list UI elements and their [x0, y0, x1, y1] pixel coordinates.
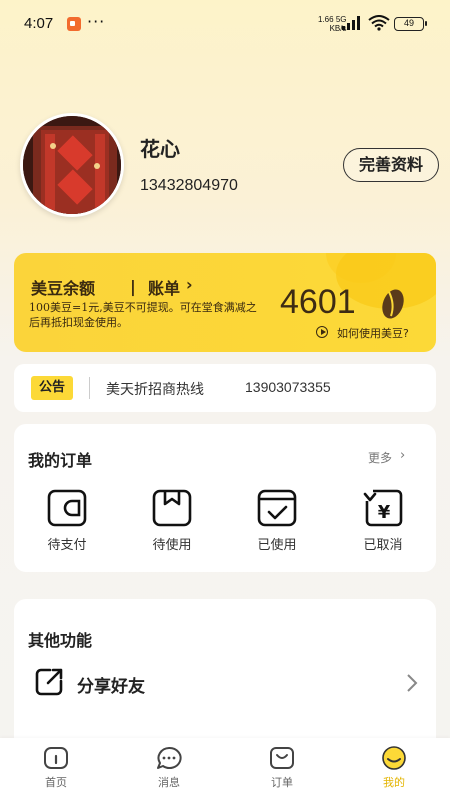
tab-label: 订单: [271, 776, 293, 789]
chevron-right-icon: [407, 674, 418, 692]
order-cancelled[interactable]: ¥ 已取消: [344, 488, 422, 558]
divider: [89, 377, 90, 399]
tab-messages[interactable]: 消息: [139, 746, 199, 796]
beans-description: 100美豆=1元,美豆不可提现。可在堂食满减之后再抵扣现金使用。: [29, 301, 257, 329]
more-notifications-icon: ···: [87, 12, 106, 31]
beans-balance-value: 4601: [280, 283, 356, 321]
tab-home[interactable]: 首页: [26, 746, 86, 796]
bottom-tab-bar: 首页 消息 订单 我的: [0, 738, 450, 800]
order-label: 已使用: [257, 538, 297, 553]
other-functions-section: 其他功能 分享好友: [14, 599, 436, 759]
tab-label: 我的: [383, 776, 405, 789]
order-label: 待支付: [47, 538, 87, 553]
section-title: 我的订单: [28, 451, 93, 470]
tab-label: 消息: [158, 776, 180, 789]
order-icon: [270, 747, 294, 769]
section-title: 其他功能: [28, 631, 93, 650]
orders-more-link[interactable]: 更多: [368, 449, 392, 466]
net-speed-value: 1.66: [318, 15, 334, 24]
user-phone: 13432804970: [140, 177, 238, 194]
chevron-right-icon[interactable]: ›: [400, 448, 405, 463]
battery-icon: 49: [394, 17, 427, 31]
svg-text:¥: ¥: [378, 502, 391, 523]
order-label: 待使用: [152, 538, 192, 553]
wallet-icon: [47, 489, 87, 527]
screen-record-icon: [67, 17, 81, 31]
chevron-right-icon[interactable]: ›: [186, 275, 193, 294]
profile-smile-icon: [382, 746, 406, 770]
wifi-icon: [368, 15, 390, 31]
home-icon: [44, 747, 68, 769]
notice-bar[interactable]: 公告 美天折招商热线 13903073355: [14, 364, 436, 412]
beans-balance-title: 美豆余额: [31, 279, 96, 298]
play-circle-icon[interactable]: [316, 326, 328, 338]
notice-phone[interactable]: 13903073355: [245, 379, 331, 395]
notice-tag: 公告: [31, 376, 73, 400]
check-box-icon: [257, 489, 297, 527]
order-pending-payment[interactable]: 待支付: [28, 488, 106, 558]
signal-icon: [342, 16, 360, 30]
how-to-use-beans-link[interactable]: 如何使用美豆?: [337, 325, 409, 341]
bill-link[interactable]: 账单: [148, 275, 180, 299]
complete-profile-button[interactable]: 完善资料: [343, 148, 439, 182]
title-separator: |: [130, 277, 136, 296]
notice-text: 美天折招商热线: [106, 382, 204, 398]
tab-orders[interactable]: 订单: [252, 746, 312, 796]
status-time: 4:07: [24, 15, 54, 32]
avatar[interactable]: [20, 113, 124, 217]
username: 花心: [140, 137, 180, 161]
share-icon: [35, 668, 63, 696]
order-label: 已取消: [363, 538, 403, 553]
yuan-refund-icon: ¥: [363, 489, 403, 527]
order-used[interactable]: 已使用: [238, 488, 316, 558]
bookmark-icon: [152, 489, 192, 527]
share-friends-row[interactable]: 分享好友: [14, 661, 436, 707]
share-friends-label: 分享好友: [77, 677, 145, 697]
message-icon: [157, 746, 182, 769]
bean-icon: [382, 289, 404, 319]
tab-label: 首页: [45, 776, 67, 789]
order-pending-use[interactable]: 待使用: [133, 488, 211, 558]
orders-section: 我的订单 更多 › 待支付 待使用 已使用 ¥ 已取消: [14, 424, 436, 572]
tab-mine[interactable]: 我的: [364, 746, 424, 796]
status-bar: 4:07 ··· 1.66 5G KB/s 49: [0, 0, 450, 50]
